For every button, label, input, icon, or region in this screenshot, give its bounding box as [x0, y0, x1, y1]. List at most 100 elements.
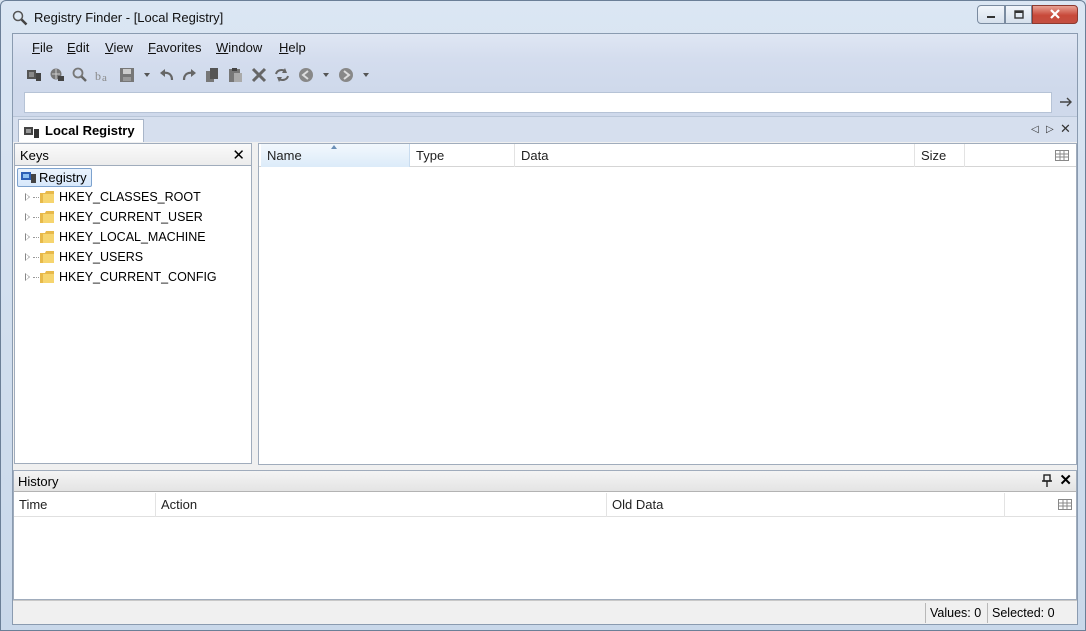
- menu-file[interactable]: File: [32, 40, 53, 55]
- tree-item-label: HKEY_CURRENT_CONFIG: [59, 270, 217, 284]
- close-button[interactable]: [1032, 5, 1078, 24]
- status-selected: Selected: 0: [987, 603, 1077, 623]
- tree-item-hku[interactable]: HKEY_USERS: [25, 248, 143, 266]
- tree-item-hklm[interactable]: HKEY_LOCAL_MACHINE: [25, 228, 206, 246]
- menu-help[interactable]: Help: [279, 40, 306, 55]
- column-label: Time: [19, 497, 48, 512]
- column-label: Old Data: [612, 497, 664, 512]
- history-pane: History ✕ Time Action Old Data: [13, 470, 1077, 600]
- values-column-header: Name Type Data Size: [259, 144, 1076, 167]
- menu-edit[interactable]: Edit: [67, 40, 89, 55]
- paste-icon[interactable]: [227, 67, 243, 83]
- tree-item-hkcu[interactable]: HKEY_CURRENT_USER: [25, 208, 203, 226]
- remote-computer-icon[interactable]: [49, 67, 65, 83]
- tab-label: Local Registry: [45, 123, 135, 138]
- expand-arrow-icon[interactable]: [25, 273, 30, 281]
- column-size[interactable]: Size: [915, 144, 965, 167]
- refresh-icon[interactable]: [274, 67, 290, 83]
- folder-icon: [40, 270, 55, 284]
- history-header: History ✕: [14, 471, 1076, 492]
- tab-local-registry[interactable]: Local Registry: [18, 119, 144, 142]
- back-icon[interactable]: [298, 67, 314, 83]
- folder-icon: [40, 230, 55, 244]
- menu-bar: File Edit View Favorites Window Help: [13, 34, 1077, 59]
- expand-arrow-icon[interactable]: [25, 193, 30, 201]
- save-dropdown-icon[interactable]: [144, 73, 150, 77]
- svg-text:a: a: [102, 72, 107, 83]
- column-label: Size: [921, 148, 947, 163]
- tree-item-label: HKEY_USERS: [59, 250, 144, 264]
- title-bar[interactable]: Registry Finder - [Local Registry]: [1, 1, 1085, 33]
- computer-icon: [21, 171, 37, 184]
- go-arrow-icon[interactable]: [1059, 95, 1073, 109]
- keys-pane-title: Keys: [20, 148, 49, 163]
- close-icon: [1050, 9, 1060, 19]
- copy-icon[interactable]: [204, 67, 220, 83]
- magnifier-app-icon: [12, 10, 28, 26]
- history-title: History: [18, 474, 59, 489]
- history-column-header: Time Action Old Data: [14, 493, 1076, 517]
- document-tabs: Local Registry ◁ ▷ ✕: [13, 116, 1077, 142]
- expand-arrow-icon[interactable]: [25, 253, 30, 261]
- delete-icon[interactable]: [251, 67, 267, 83]
- back-dropdown-icon[interactable]: [323, 73, 329, 77]
- forward-dropdown-icon[interactable]: [363, 73, 369, 77]
- tab-close-icon[interactable]: ✕: [1060, 121, 1071, 137]
- column-label: Data: [521, 148, 549, 163]
- forward-icon[interactable]: [338, 67, 354, 83]
- app-window: Registry Finder - [Local Registry] File …: [0, 0, 1086, 631]
- tree-item-label: HKEY_LOCAL_MACHINE: [59, 230, 206, 244]
- maximize-button[interactable]: [1005, 5, 1032, 24]
- sort-ascending-icon: [331, 145, 337, 149]
- close-icon[interactable]: ✕: [1059, 471, 1072, 489]
- column-old-data[interactable]: Old Data: [607, 493, 1005, 517]
- column-chooser-icon[interactable]: [1055, 150, 1069, 161]
- tree-item-label: HKEY_CURRENT_USER: [59, 210, 203, 224]
- column-data[interactable]: Data: [515, 144, 915, 167]
- menu-view[interactable]: View: [105, 40, 133, 55]
- svg-text:b: b: [95, 69, 101, 83]
- pin-icon[interactable]: [1042, 474, 1052, 487]
- window-controls: [977, 5, 1078, 24]
- window-title: Registry Finder - [Local Registry]: [34, 10, 224, 25]
- tree-root-label: Registry: [39, 170, 87, 185]
- column-type[interactable]: Type: [410, 144, 515, 167]
- column-action[interactable]: Action: [156, 493, 607, 517]
- status-bar: Values: 0 Selected: 0: [13, 600, 1077, 624]
- replace-icon[interactable]: ba: [95, 67, 111, 83]
- computer-icon: [24, 124, 40, 138]
- folder-icon: [40, 210, 55, 224]
- menu-window[interactable]: Window: [216, 40, 262, 55]
- close-icon[interactable]: ✕: [232, 146, 245, 164]
- tree-item-label: HKEY_CLASSES_ROOT: [59, 190, 201, 204]
- toolbar: ba: [13, 59, 1077, 89]
- column-chooser-icon[interactable]: [1058, 499, 1072, 510]
- menu-favorites[interactable]: Favorites: [148, 40, 201, 55]
- tab-scroll-right-icon[interactable]: ▷: [1046, 124, 1054, 135]
- column-label: Name: [267, 148, 302, 163]
- tab-scroll-left-icon[interactable]: ◁: [1031, 124, 1039, 135]
- column-name[interactable]: Name: [261, 144, 410, 167]
- redo-icon[interactable]: [181, 67, 197, 83]
- column-label: Type: [416, 148, 445, 163]
- tree-root-registry[interactable]: Registry: [17, 168, 92, 187]
- expand-arrow-icon[interactable]: [25, 213, 30, 221]
- address-input[interactable]: [24, 92, 1052, 113]
- column-label: Action: [161, 497, 198, 512]
- client-area: File Edit View Favorites Window Help ba: [12, 33, 1078, 625]
- expand-arrow-icon[interactable]: [25, 233, 30, 241]
- keys-pane-header: Keys ✕: [15, 144, 251, 166]
- tree-item-hkcr[interactable]: HKEY_CLASSES_ROOT: [25, 188, 201, 206]
- save-icon[interactable]: [119, 67, 135, 83]
- folder-icon: [40, 250, 55, 264]
- maximize-icon: [1013, 10, 1024, 19]
- minimize-button[interactable]: [977, 5, 1005, 24]
- tree-item-hkcc[interactable]: HKEY_CURRENT_CONFIG: [25, 268, 217, 286]
- keys-pane: Keys ✕ Registry HKEY_CLASSES_ROOT HKEY_C…: [14, 143, 252, 464]
- computer-icon[interactable]: [26, 67, 42, 83]
- folder-icon: [40, 190, 55, 204]
- undo-icon[interactable]: [159, 67, 175, 83]
- column-time[interactable]: Time: [14, 493, 156, 517]
- address-row: [13, 89, 1077, 116]
- search-icon[interactable]: [72, 67, 88, 83]
